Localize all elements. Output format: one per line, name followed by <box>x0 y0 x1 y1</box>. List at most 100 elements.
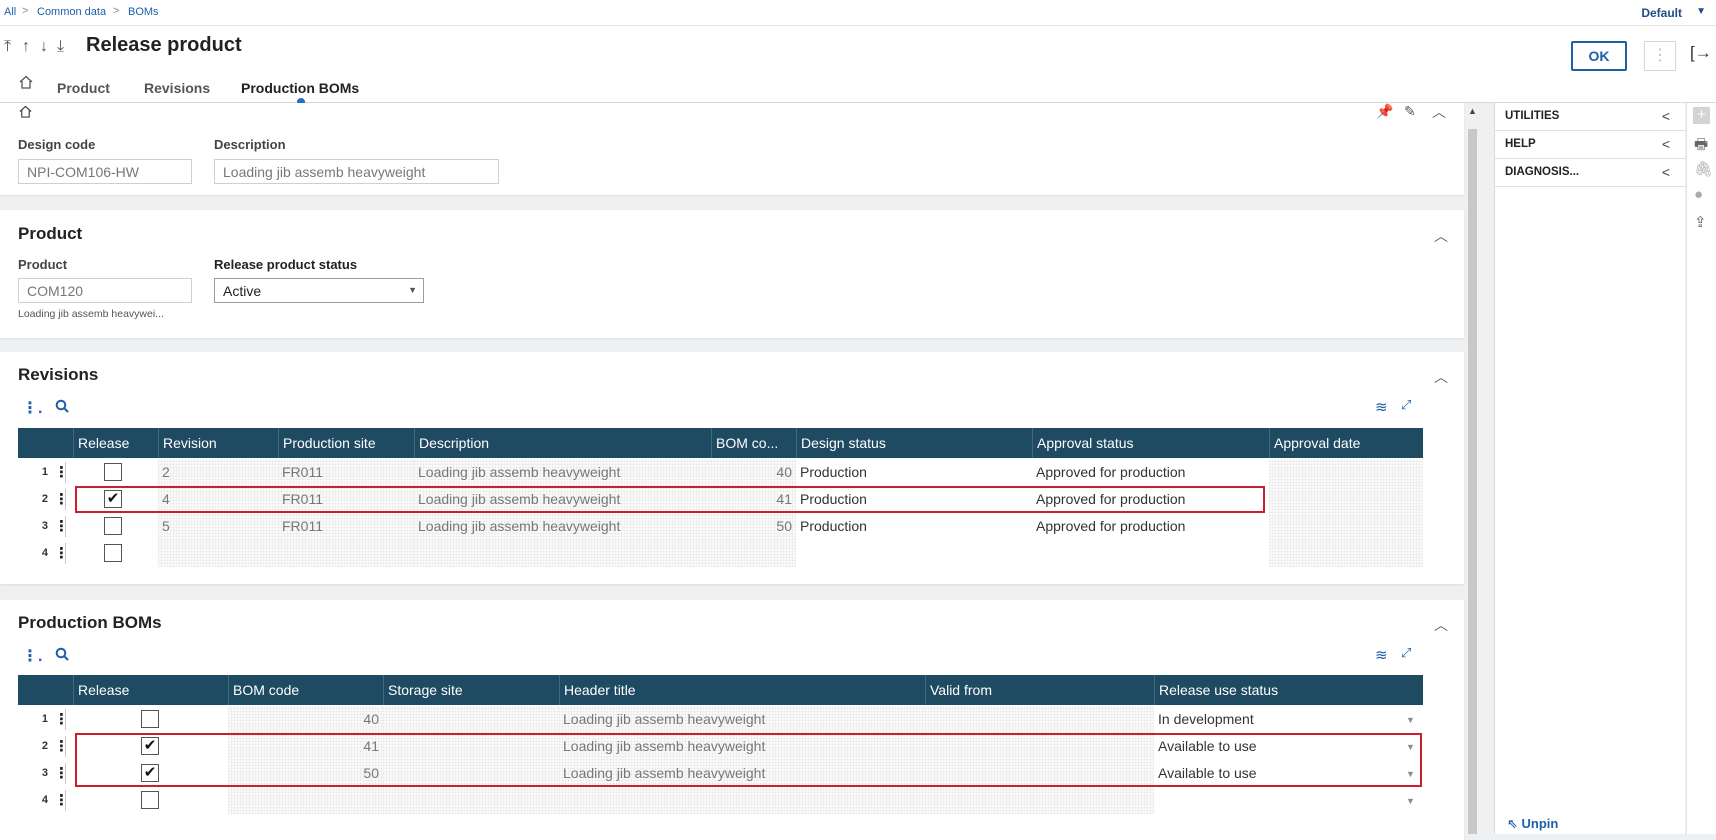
table-row[interactable]: 3 ⋮ 5 FR011 Loading jib assemb heavyweig… <box>18 513 1423 540</box>
chevron-up-icon[interactable]: ︿ <box>1432 102 1446 122</box>
col-header-approval-status[interactable]: Approval status <box>1032 428 1269 458</box>
design-code-field[interactable]: NPI-COM106-HW <box>18 159 192 184</box>
chevron-left-icon[interactable]: < <box>1662 136 1670 152</box>
caret-down-icon[interactable]: ▼ <box>1696 6 1706 17</box>
home-icon[interactable] <box>19 75 33 92</box>
col-header-design-status[interactable]: Design status <box>796 428 1032 458</box>
release-checkbox[interactable] <box>141 710 159 728</box>
print-icon[interactable]: 🖶 <box>1694 134 1708 159</box>
unpin-button[interactable]: ⇖ Unpin <box>1507 816 1558 832</box>
chevron-up-icon[interactable]: ︿ <box>1434 226 1448 246</box>
approval-date-cell <box>1269 459 1423 486</box>
edit-icon[interactable]: ✎ <box>1404 103 1416 120</box>
caret-down-icon[interactable]: ▼ <box>1406 715 1415 725</box>
col-header-storage-site[interactable]: Storage site <box>383 675 559 705</box>
caret-down-icon[interactable]: ▼ <box>1406 796 1415 806</box>
col-header-description[interactable]: Description <box>414 428 711 458</box>
tab-production-boms[interactable]: Production BOMs <box>241 80 359 96</box>
breadcrumb-item-common-data[interactable]: Common data <box>37 6 106 18</box>
home-icon[interactable] <box>19 105 32 121</box>
panel-item-help[interactable]: HELP < <box>1495 131 1686 159</box>
release-checkbox[interactable] <box>104 463 122 481</box>
description-cell: Loading jib assemb heavyweight <box>414 459 711 486</box>
tab-product[interactable]: Product <box>57 80 110 96</box>
row-menu-icon[interactable]: ⋮ <box>54 489 69 510</box>
breadcrumb-item-all[interactable]: All <box>4 6 16 18</box>
chevron-left-icon[interactable]: < <box>1662 108 1670 124</box>
table-row[interactable]: 4 ⋮ ▼ <box>18 787 1423 814</box>
next-record-icon[interactable]: ↓ <box>40 38 48 56</box>
expand-icon[interactable]: ⤢ <box>1401 645 1411 661</box>
col-header-approval-date[interactable]: Approval date <box>1269 428 1423 458</box>
table-row[interactable]: 4 ⋮ <box>18 540 1423 567</box>
row-menu-icon[interactable]: ⋮ <box>54 790 69 811</box>
col-header-release-use-status[interactable]: Release use status <box>1154 675 1423 705</box>
col-header-header-title[interactable]: Header title <box>559 675 925 705</box>
page-title: Release product <box>86 34 242 56</box>
search-icon[interactable] <box>55 647 69 664</box>
breadcrumb-item-boms[interactable]: BOMs <box>128 6 159 18</box>
release-status-select[interactable]: Active ▼ <box>214 278 424 303</box>
table-row[interactable]: 1 ⋮ 40 Loading jib assemb heavyweight In… <box>18 706 1423 733</box>
description-field[interactable]: Loading jib assemb heavyweight <box>214 159 499 184</box>
release-use-status-cell[interactable] <box>1154 787 1404 814</box>
expand-icon[interactable]: ⤢ <box>1401 397 1411 413</box>
first-record-icon[interactable]: ⤒ <box>4 38 11 56</box>
search-icon[interactable] <box>55 399 69 416</box>
scrollbar-thumb[interactable] <box>1468 129 1477 834</box>
row-menu-icon[interactable]: ⋮ <box>54 516 69 537</box>
row-menu-icon[interactable]: ⋮ <box>54 543 69 564</box>
release-checkbox[interactable] <box>104 544 122 562</box>
col-header-release[interactable]: Release <box>73 675 228 705</box>
page-header: ⤒ ↑ ↓ ⤓ Release product OK ⋮ [→ Product … <box>0 26 1716 106</box>
previous-record-icon[interactable]: ↑ <box>22 38 30 56</box>
grid-menu-icon[interactable]: ⋮. <box>22 398 42 418</box>
row-number: 1 <box>41 713 48 725</box>
layers-icon[interactable]: ≋ <box>1375 646 1388 664</box>
row-number: 2 <box>41 740 48 752</box>
exit-icon[interactable]: [→ <box>1690 43 1712 63</box>
col-header-revision[interactable]: Revision <box>158 428 278 458</box>
product-field[interactable]: COM120 <box>18 278 192 303</box>
share-icon[interactable]: ⇪ <box>1694 213 1707 231</box>
unpin-label: Unpin <box>1521 816 1559 831</box>
release-status-value: Active <box>223 283 262 299</box>
release-use-status-cell[interactable]: In development <box>1154 706 1404 733</box>
attachment-icon[interactable]: 🖇 <box>1694 160 1713 178</box>
panel-item-diagnosis[interactable]: DIAGNOSIS... < <box>1495 159 1686 187</box>
more-actions-button[interactable]: ⋮ <box>1644 41 1676 71</box>
layers-icon[interactable]: ≋ <box>1375 398 1388 416</box>
row-menu-icon[interactable]: ⋮ <box>54 709 69 730</box>
release-checkbox[interactable] <box>141 791 159 809</box>
main-scrollbar[interactable]: ▲ <box>1465 103 1480 834</box>
comment-icon[interactable]: ● <box>1694 186 1703 203</box>
pin-icon[interactable]: 📌 <box>1376 103 1393 120</box>
add-icon[interactable]: + <box>1693 107 1710 124</box>
storage-site-cell <box>383 787 559 814</box>
revisions-section: Revisions ︿ ⋮. ≋ ⤢ Release Revision Prod… <box>0 352 1464 584</box>
col-header-production-site[interactable]: Production site <box>278 428 414 458</box>
design-status-cell: Production <box>800 518 867 534</box>
release-checkbox[interactable] <box>104 517 122 535</box>
panel-item-utilities[interactable]: UTILITIES < <box>1495 103 1686 131</box>
col-header-release[interactable]: Release <box>73 428 152 458</box>
ok-button[interactable]: OK <box>1571 41 1627 71</box>
bom-code-cell <box>711 540 796 567</box>
col-header-bom-code[interactable]: BOM code <box>228 675 383 705</box>
product-section: Product ︿ Product COM120 Loading jib ass… <box>0 210 1464 338</box>
chevron-up-icon[interactable]: ︿ <box>1434 615 1448 635</box>
tab-revisions[interactable]: Revisions <box>144 80 210 96</box>
row-menu-icon[interactable]: ⋮ <box>54 736 69 757</box>
chevron-left-icon[interactable]: < <box>1662 164 1670 180</box>
chevron-up-icon[interactable]: ︿ <box>1434 367 1448 387</box>
row-menu-icon[interactable]: ⋮ <box>54 763 69 784</box>
row-menu-icon[interactable]: ⋮ <box>54 462 69 483</box>
table-row[interactable]: 1 ⋮ 2 FR011 Loading jib assemb heavyweig… <box>18 459 1423 486</box>
design-status-cell <box>796 540 1032 567</box>
col-header-bom-code[interactable]: BOM co... <box>711 428 796 458</box>
grid-menu-icon[interactable]: ⋮. <box>22 646 42 666</box>
scroll-up-icon[interactable]: ▲ <box>1468 106 1477 116</box>
last-record-icon[interactable]: ⤓ <box>57 38 64 56</box>
view-selector[interactable]: Default <box>1641 6 1682 20</box>
col-header-valid-from[interactable]: Valid from <box>925 675 1154 705</box>
